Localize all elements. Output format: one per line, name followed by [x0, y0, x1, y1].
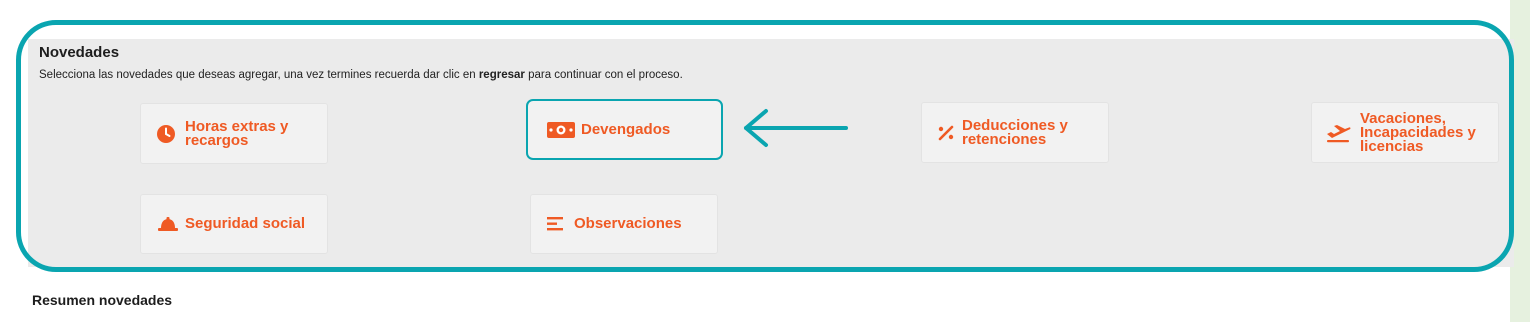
instructions-suffix: para continuar con el proceso.	[524, 69, 683, 81]
instructions-bold: regresar	[478, 69, 525, 81]
summary-title: Resumen novedades	[32, 292, 173, 308]
plane-icon	[1324, 122, 1352, 144]
observaciones-button[interactable]: Observaciones	[530, 194, 718, 254]
deducciones-button[interactable]: Deducciones y retenciones	[921, 102, 1109, 163]
vacaciones-line3: licencias	[1360, 137, 1424, 155]
percent-icon	[935, 122, 957, 144]
money-icon	[545, 119, 577, 141]
horas-extras-button[interactable]: Horas extras y recargos	[140, 103, 328, 164]
vacaciones-label: Vacaciones, Incapacidades y licencias	[1360, 111, 1476, 155]
lines-icon	[544, 213, 566, 235]
instructions-text: Selecciona las novedades que deseas agre…	[39, 69, 683, 81]
arrow-left-icon	[744, 109, 848, 147]
instructions-prefix: Selecciona las novedades que deseas agre…	[39, 69, 479, 81]
seguridad-social-button[interactable]: Seguridad social	[140, 194, 328, 254]
page-title: Novedades	[39, 44, 120, 61]
devengados-button[interactable]: Devengados	[526, 99, 723, 160]
clock-icon	[155, 123, 177, 145]
horas-extras-label: Horas extras y recargos	[185, 119, 288, 149]
hardhat-icon	[157, 213, 179, 235]
vacaciones-button[interactable]: Vacaciones, Incapacidades y licencias	[1311, 102, 1499, 163]
observaciones-label: Observaciones	[574, 215, 682, 232]
seguridad-social-label: Seguridad social	[185, 215, 306, 232]
devengados-label: Devengados	[581, 120, 671, 138]
deducciones-line2: retenciones	[962, 130, 1047, 148]
horas-extras-line2: recargos	[185, 131, 249, 149]
deducciones-label: Deducciones y retenciones	[962, 118, 1068, 148]
